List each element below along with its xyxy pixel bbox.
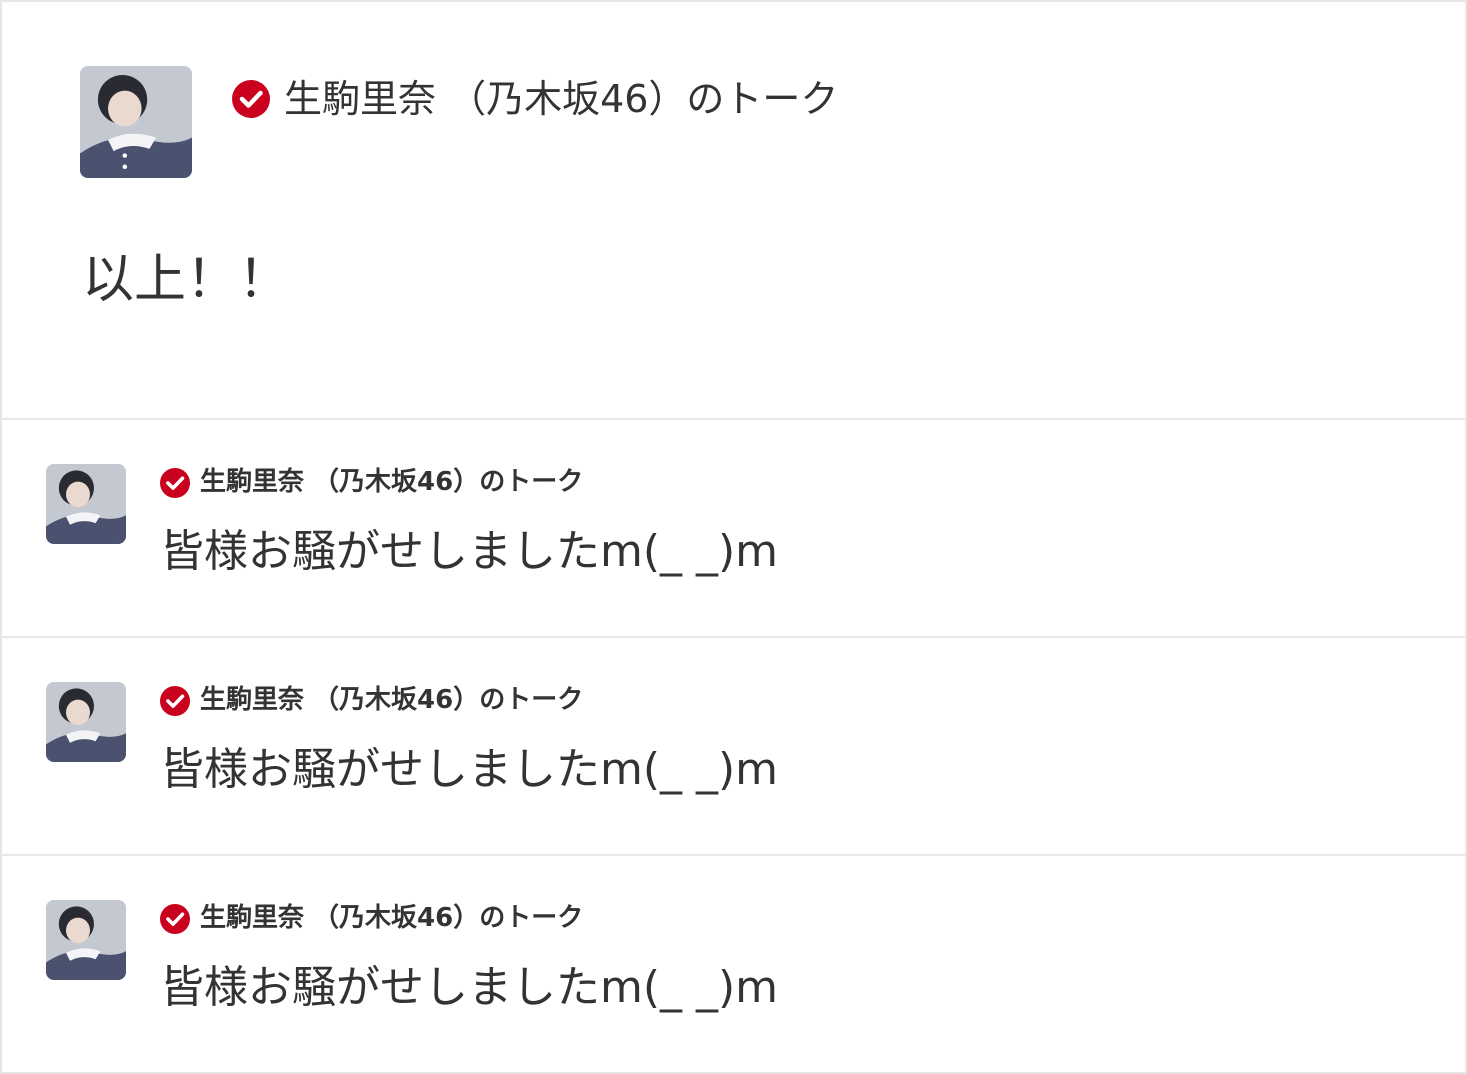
talk-message: 皆様お騒がせしましたm(_ _)m	[160, 744, 779, 795]
talk-author-name[interactable]: 生駒里奈 （乃木坂46）のトーク	[284, 76, 838, 122]
talk-author-name[interactable]: 生駒里奈 （乃木坂46）のトーク	[200, 464, 583, 500]
divider	[2, 418, 1465, 420]
talk-message: 以上！！	[82, 250, 291, 310]
talk-feed: 生駒里奈 （乃木坂46）のトーク 以上！！ 生駒里奈 （乃木坂46）のトーク 皆…	[0, 0, 1467, 1074]
divider	[2, 854, 1465, 856]
avatar[interactable]	[46, 900, 126, 980]
verified-check-icon	[232, 80, 270, 118]
talk-author-name[interactable]: 生駒里奈 （乃木坂46）のトーク	[200, 682, 583, 718]
verified-check-icon	[160, 904, 190, 934]
verified-check-icon	[160, 686, 190, 716]
talk-author-name[interactable]: 生駒里奈 （乃木坂46）のトーク	[200, 900, 583, 936]
avatar[interactable]	[46, 464, 126, 544]
member-avatar-icon	[46, 900, 126, 980]
avatar[interactable]	[80, 66, 192, 178]
talk-message: 皆様お騒がせしましたm(_ _)m	[160, 962, 779, 1013]
talk-message: 皆様お騒がせしましたm(_ _)m	[160, 526, 779, 577]
avatar[interactable]	[46, 682, 126, 762]
member-avatar-icon	[46, 464, 126, 544]
member-avatar-icon	[46, 682, 126, 762]
member-avatar-icon	[80, 66, 192, 178]
divider	[2, 636, 1465, 638]
verified-check-icon	[160, 468, 190, 498]
